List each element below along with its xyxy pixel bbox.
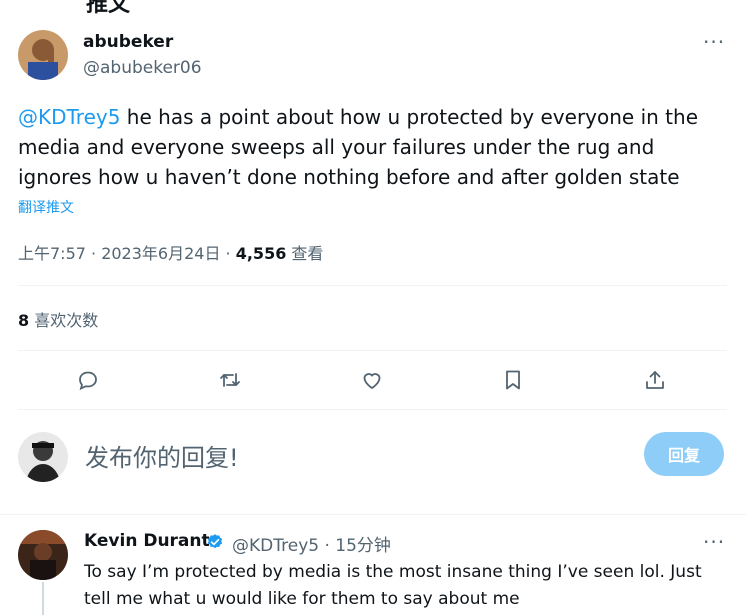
current-user-avatar[interactable] xyxy=(18,432,68,482)
reply-more-options-icon[interactable]: ··· xyxy=(703,530,725,554)
author-name[interactable]: abubeker xyxy=(83,32,173,52)
likes-stat[interactable]: 8 喜欢次数 xyxy=(18,307,98,331)
more-options-icon[interactable]: ··· xyxy=(703,30,725,54)
views-count: 4,556 xyxy=(235,244,287,263)
likes-label: 喜欢次数 xyxy=(29,311,99,330)
tweet-body: he has a point about how u protected by … xyxy=(18,105,698,189)
reply-button[interactable]: 回复 xyxy=(644,432,724,476)
reply-author-name[interactable]: Kevin Durant xyxy=(84,531,210,551)
page-title: 推文 xyxy=(86,0,131,17)
like-icon[interactable] xyxy=(358,366,386,394)
author-handle[interactable]: @abubeker06 xyxy=(83,58,202,78)
tweet-timestamp[interactable]: 上午7:57 · 2023年6月24日 · xyxy=(18,244,236,263)
reply-author-handle[interactable]: @KDTrey5 · 15分钟 xyxy=(232,531,391,556)
divider xyxy=(18,350,727,351)
mention-link[interactable]: @KDTrey5 xyxy=(18,105,120,129)
reply-text: To say I’m protected by media is the mos… xyxy=(84,562,702,609)
divider xyxy=(18,409,727,410)
likes-count: 8 xyxy=(18,311,30,330)
reply-icon[interactable] xyxy=(74,366,102,394)
reply-input[interactable]: 发布你的回复! xyxy=(85,438,239,473)
divider xyxy=(18,285,727,286)
reply-author-avatar[interactable] xyxy=(18,530,68,580)
share-icon[interactable] xyxy=(641,366,669,394)
retweet-icon[interactable] xyxy=(216,366,244,394)
divider xyxy=(0,514,746,515)
thread-line xyxy=(42,582,44,615)
bookmark-icon[interactable] xyxy=(499,366,527,394)
author-avatar[interactable] xyxy=(18,30,68,80)
tweet-text: @KDTrey5 he has a point about how u prot… xyxy=(18,102,718,192)
translate-link[interactable]: 翻译推文 xyxy=(18,197,74,217)
verified-badge-icon xyxy=(207,534,223,549)
tweet-meta: 上午7:57 · 2023年6月24日 · 4,556 查看 xyxy=(18,240,323,264)
views-label: 查看 xyxy=(286,244,324,263)
